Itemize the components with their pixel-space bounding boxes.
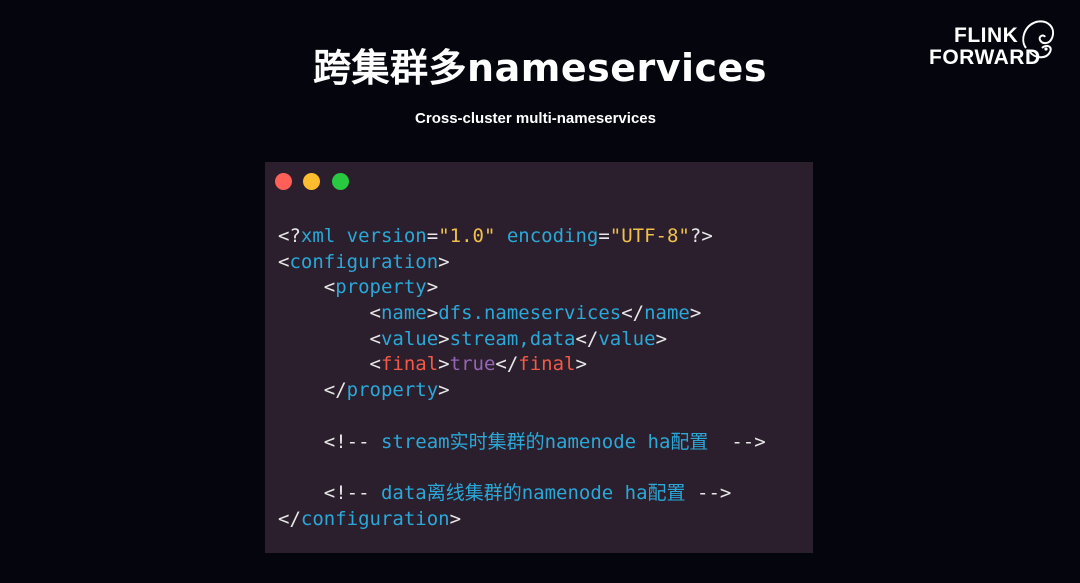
- code-line: <!-- data离线集群的namenode ha配置 -->: [323, 481, 732, 504]
- code-line: <?xml version="1.0" encoding="UTF-8"?>: [278, 225, 713, 247]
- window-minimize-button[interactable]: [303, 173, 320, 190]
- slide-title: 跨集群多nameservices: [313, 46, 767, 90]
- slide-subtitle: Cross-cluster multi-nameservices: [415, 110, 656, 127]
- flink-forward-logo: FLINK FORWARD: [926, 18, 1058, 74]
- code-block: <?xml version="1.0" encoding="UTF-8"?> <c…: [278, 224, 766, 532]
- code-line: <property>: [323, 276, 439, 299]
- squirrel-icon: [1022, 20, 1054, 59]
- code-line: <final>true</final>: [369, 353, 587, 376]
- code-line: <!-- stream实时集群的namenode ha配置 -->: [323, 430, 766, 453]
- window-maximize-button[interactable]: [332, 173, 349, 190]
- code-line: </configuration>: [278, 507, 462, 530]
- window-close-button[interactable]: [275, 173, 292, 190]
- code-line: <name>dfs.nameservices</name>: [369, 302, 702, 325]
- code-line: </property>: [323, 379, 450, 402]
- logo-line-1: FLINK: [954, 24, 1019, 47]
- code-line: <value>stream,data</value>: [369, 327, 668, 350]
- code-window: <?xml version="1.0" encoding="UTF-8"?> <c…: [265, 162, 813, 553]
- code-line: <configuration>: [278, 250, 450, 273]
